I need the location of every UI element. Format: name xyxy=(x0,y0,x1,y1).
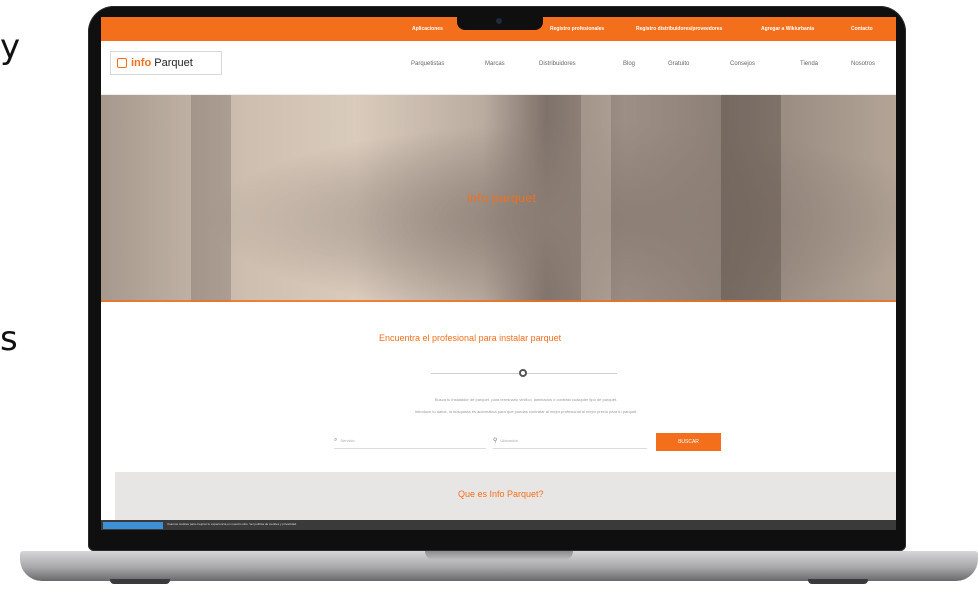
nav-item-blog[interactable]: Blog xyxy=(623,61,635,67)
topbar-link-wiki[interactable]: Agregar a Wikiurbanía xyxy=(761,26,814,32)
cookie-accept-button[interactable] xyxy=(103,522,163,529)
side-glyph-bottom: s xyxy=(0,319,18,359)
cookie-text: Usamos cookies para mejorar tu experienc… xyxy=(167,522,297,526)
find-description-line-1: Busca tu instalador de parquet, para ter… xyxy=(434,397,618,402)
laptop-screen: Aplicaciones Registro profesionales Regi… xyxy=(101,17,896,530)
map-pin-icon: ⚲ xyxy=(493,438,498,444)
location-search-field[interactable]: ⚲ Ubicación xyxy=(493,433,647,449)
service-field-placeholder: Servicio xyxy=(340,438,355,443)
divider-ornament-icon xyxy=(519,369,527,377)
nav-item-gratuito[interactable]: Gratuito xyxy=(668,61,689,67)
side-glyph-top: y xyxy=(0,27,21,67)
hero-photo-shade xyxy=(191,95,231,302)
nav-item-marcas[interactable]: Marcas xyxy=(485,61,505,67)
main-navbar: info Parquet Parquetistas Marcas Distrib… xyxy=(101,41,896,95)
laptop-base-notch xyxy=(425,551,573,560)
camera-icon xyxy=(496,18,502,24)
hero-banner: info parquet xyxy=(101,95,896,302)
service-search-field[interactable]: ⌕ Servicio xyxy=(334,433,486,449)
laptop-foot-left xyxy=(110,579,170,584)
nav-item-tienda[interactable]: Tienda xyxy=(800,61,818,67)
topbar-link-apps[interactable]: Aplicaciones xyxy=(412,26,443,32)
laptop-mockup-stage: y s Aplicaciones Registro profesionales … xyxy=(0,0,978,592)
topbar-link-contact[interactable]: Contacto xyxy=(851,26,873,32)
logo-icon xyxy=(117,58,127,68)
search-button[interactable]: BUSCAR xyxy=(656,433,721,451)
hero-photo-shade-right xyxy=(721,95,781,302)
nav-item-nosotros[interactable]: Nosotros xyxy=(851,61,875,67)
hero-photo-highlight xyxy=(581,95,611,302)
nav-item-consejos[interactable]: Consejos xyxy=(730,61,755,67)
topbar-link-distributors[interactable]: Registro distribuidores/proveedores xyxy=(636,26,722,32)
site-logo[interactable]: info Parquet xyxy=(110,51,222,75)
find-description-line-2: Introduce tu datos, la búsqueda es autom… xyxy=(414,409,638,414)
about-heading: Que es Info Parquet? xyxy=(458,489,544,499)
search-icon: ⌕ xyxy=(334,437,338,443)
location-field-placeholder: Ubicación xyxy=(500,438,518,443)
logo-text: info Parquet xyxy=(131,57,193,69)
nav-item-distribuidores[interactable]: Distribuidores xyxy=(539,61,576,67)
hero-title: info parquet xyxy=(467,191,537,205)
hero-accent-line xyxy=(101,300,896,302)
find-professional-heading: Encuentra el profesional para instalar p… xyxy=(379,333,562,343)
nav-item-parquetistas[interactable]: Parquetistas xyxy=(411,61,444,67)
laptop-foot-right xyxy=(808,579,868,584)
topbar-link-pros[interactable]: Registro profesionales xyxy=(550,26,604,32)
